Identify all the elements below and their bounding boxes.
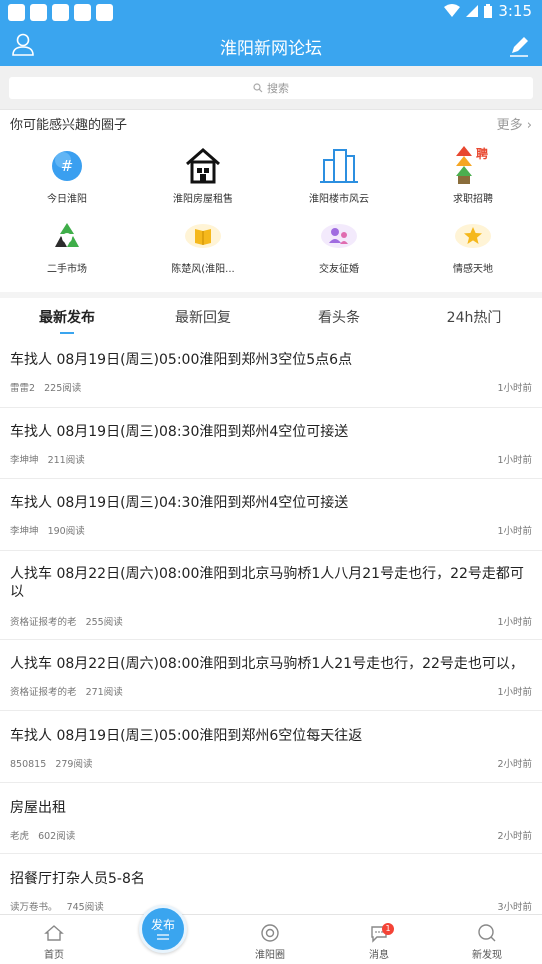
active-tab-indicator [60, 332, 74, 334]
post-title: 车找人 08月19日(周三)08:30淮阳到郑州4空位可接送 [10, 424, 349, 440]
more-link[interactable]: 更多 › [497, 114, 532, 133]
search-icon [253, 83, 263, 93]
notification-icon [74, 4, 91, 21]
nav-home[interactable]: 首页 [24, 923, 84, 961]
star-icon [455, 224, 491, 248]
circle-item-emotion[interactable]: 情感天地 [423, 216, 523, 275]
notification-icon [96, 4, 113, 21]
circle-item-jobs[interactable]: 聘 求职招聘 [423, 140, 523, 205]
post-time: 1小时前 [497, 383, 532, 394]
list-item[interactable]: 车找人 08月19日(周三)04:30淮阳到郑州4空位可接送 李坤坤 190阅读… [0, 479, 542, 551]
nav-circle[interactable]: 淮阳圈 [240, 923, 300, 961]
menu-icon [157, 934, 169, 940]
search-input[interactable]: 搜索 [9, 77, 533, 99]
post-time: 2小时前 [497, 831, 532, 842]
hashtag-icon: # [52, 151, 82, 181]
message-badge: 1 [382, 923, 394, 935]
circle-item-property[interactable]: 淮阳楼市风云 [289, 146, 389, 205]
post-meta: 雷雷2 225阅读 [10, 383, 82, 394]
post-feed: 车找人 08月19日(周三)05:00淮阳到郑州3空位5点6点 雷雷2 225阅… [0, 338, 542, 914]
tab-latest-replies[interactable]: 最新回复 [143, 307, 263, 327]
tab-latest-posts[interactable]: 最新发布 [7, 307, 127, 327]
notification-icon [52, 4, 69, 21]
page-title: 淮阳新网论坛 [220, 39, 322, 59]
post-title: 车找人 08月19日(周三)05:00淮阳到郑州6空位每天往返 [10, 728, 363, 744]
post-title: 招餐厅打杂人员5-8名 [10, 871, 145, 887]
post-title: 房屋出租 [10, 800, 66, 816]
recycle-icon [55, 223, 79, 247]
battery-icon [484, 4, 493, 18]
signal-icon [466, 5, 479, 17]
list-item[interactable]: 人找车 08月22日(周六)08:00淮阳到北京马驹桥1人21号走也行，22号走… [0, 640, 542, 711]
circle-icon [261, 924, 279, 942]
status-bar: 3:15 [0, 0, 542, 24]
recruit-icon: 聘 [456, 146, 488, 184]
circle-item-dating[interactable]: 交友征婚 [289, 216, 389, 275]
post-time: 1小时前 [497, 455, 532, 466]
tab-24h-hot[interactable]: 24h热门 [414, 307, 534, 327]
home-icon [44, 925, 64, 941]
post-title: 人找车 08月22日(周六)08:00淮阳到北京马驹桥1人21号走也行，22号走… [10, 656, 524, 672]
list-item[interactable]: 房屋出租 老虎 602阅读 2小时前 [0, 783, 542, 854]
people-icon [321, 224, 357, 248]
post-time: 3小时前 [497, 902, 532, 913]
post-meta: 老虎 602阅读 [10, 831, 76, 842]
list-item[interactable]: 车找人 08月19日(周三)05:00淮阳到郑州3空位5点6点 雷雷2 225阅… [0, 338, 542, 408]
edit-icon[interactable] [508, 33, 530, 57]
status-time: 3:15 [498, 2, 532, 20]
circles-heading: 你可能感兴趣的圈子 [10, 118, 128, 133]
house-icon [186, 148, 220, 184]
notification-icons [8, 4, 113, 21]
notification-icon [30, 4, 47, 21]
list-item[interactable]: 车找人 08月19日(周三)08:30淮阳到郑州4空位可接送 李坤坤 211阅读… [0, 408, 542, 479]
post-title: 人找车 08月22日(周六)08:00淮阳到北京马驹桥1人八月21号走也行，22… [10, 566, 524, 600]
search-placeholder: 搜索 [267, 82, 289, 95]
list-item[interactable]: 车找人 08月19日(周三)05:00淮阳到郑州6空位每天往返 850815 2… [0, 711, 542, 783]
circles-section: 你可能感兴趣的圈子 更多 › # 今日淮阳 淮阳房屋租售 淮阳楼市风云 聘 求职… [0, 110, 542, 292]
book-icon [185, 224, 221, 248]
post-time: 1小时前 [497, 526, 532, 537]
circle-item-today[interactable]: # 今日淮阳 [17, 146, 117, 205]
nav-messages[interactable]: 消息 [349, 923, 409, 961]
nav-discover[interactable]: 新发现 [457, 923, 517, 961]
buildings-icon [320, 149, 358, 183]
bottom-nav: 首页 淮阳圈 消息 新发现 [0, 914, 542, 964]
search-bar: 搜索 [0, 66, 542, 110]
feed-tabs: 最新发布 最新回复 看头条 24h热门 [0, 298, 542, 338]
post-meta: 资格证报考的老 255阅读 [10, 617, 123, 628]
list-item[interactable]: 招餐厅打杂人员5-8名 读万卷书。 745阅读 3小时前 [0, 854, 542, 914]
circle-item-house-rent[interactable]: 淮阳房屋租售 [153, 146, 253, 205]
svg-text:聘: 聘 [476, 146, 488, 161]
list-item[interactable]: 人找车 08月22日(周六)08:00淮阳到北京马驹桥1人八月21号走也行，22… [0, 551, 542, 640]
post-meta: 读万卷书。 745阅读 [10, 902, 104, 913]
app-bar: 淮阳新网论坛 [0, 24, 542, 66]
tab-headlines[interactable]: 看头条 [279, 307, 399, 327]
discover-icon [478, 924, 496, 942]
post-meta: 李坤坤 211阅读 [10, 455, 85, 466]
post-time: 2小时前 [497, 759, 532, 770]
publish-button[interactable]: 发布 [139, 905, 187, 953]
circle-item-chenchufeng[interactable]: 陈楚风(淮阳... [153, 216, 253, 275]
post-title: 车找人 08月19日(周三)04:30淮阳到郑州4空位可接送 [10, 495, 349, 511]
post-meta: 李坤坤 190阅读 [10, 526, 85, 537]
post-time: 1小时前 [497, 617, 532, 628]
post-meta: 850815 279阅读 [10, 759, 93, 770]
notification-icon [8, 4, 25, 21]
wifi-icon [444, 4, 461, 17]
circle-item-second-hand[interactable]: 二手市场 [17, 216, 117, 275]
post-title: 车找人 08月19日(周三)05:00淮阳到郑州3空位5点6点 [10, 352, 353, 368]
svg-text:#: # [61, 157, 74, 175]
post-time: 1小时前 [497, 687, 532, 698]
post-meta: 资格证报考的老 271阅读 [10, 687, 123, 698]
